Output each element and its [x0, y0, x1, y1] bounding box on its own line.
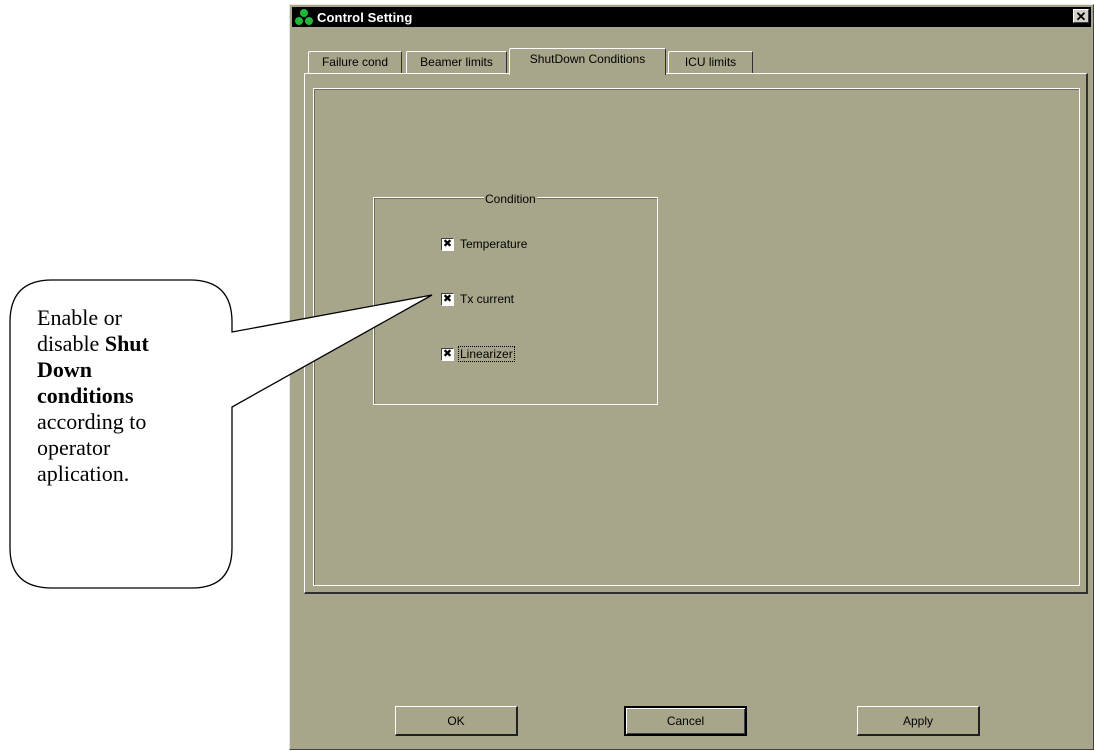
title-bar[interactable]: Control Setting ✕: [292, 7, 1091, 27]
app-icon: [294, 8, 314, 26]
linearizer-checkbox-row[interactable]: Linearizer: [441, 346, 515, 362]
window-title: Control Setting: [317, 9, 413, 25]
callout-text: Enable or disable Shut Down conditions a…: [37, 305, 227, 487]
temperature-checkbox[interactable]: [441, 237, 454, 251]
tab-label: ICU limits: [684, 55, 737, 69]
tx-current-checkbox-row[interactable]: Tx current: [441, 291, 514, 307]
temperature-label: Temperature: [460, 237, 528, 251]
cancel-button-label: Cancel: [666, 714, 705, 728]
callout-line: operator: [37, 435, 111, 460]
callout-line: according to: [37, 409, 147, 434]
close-icon: ✕: [1075, 9, 1087, 24]
tab-icu-limits[interactable]: ICU limits: [668, 51, 753, 73]
temperature-checkbox-row[interactable]: Temperature: [441, 236, 527, 252]
apply-button-label: Apply: [902, 713, 934, 728]
tab-label: Failure cond: [321, 55, 389, 69]
tab-beamer-limits[interactable]: Beamer limits: [406, 51, 507, 73]
cancel-button[interactable]: Cancel: [624, 706, 747, 736]
close-button[interactable]: ✕: [1073, 9, 1089, 23]
callout-line: Down: [37, 357, 93, 382]
tab-label: Beamer limits: [420, 55, 493, 69]
ok-button[interactable]: OK: [395, 706, 518, 736]
callout-line: Enable or: [37, 305, 122, 330]
tab-failure-cond[interactable]: Failure cond: [308, 51, 402, 73]
tx-current-label: Tx current: [460, 292, 515, 306]
tx-current-checkbox[interactable]: [441, 292, 454, 306]
callout-line: disable Shut: [37, 331, 149, 356]
condition-groupbox: [373, 197, 658, 405]
condition-group-title: Condition: [484, 192, 537, 206]
tab-shutdown-conditions[interactable]: ShutDown Conditions: [509, 48, 666, 75]
apply-button[interactable]: Apply: [857, 706, 980, 736]
callout-line: conditions: [37, 383, 134, 408]
linearizer-label: Linearizer: [458, 346, 515, 362]
linearizer-checkbox[interactable]: [441, 347, 454, 361]
ok-button-label: OK: [447, 713, 465, 728]
tab-label: ShutDown Conditions: [529, 52, 646, 66]
callout-line: aplication.: [37, 461, 130, 486]
